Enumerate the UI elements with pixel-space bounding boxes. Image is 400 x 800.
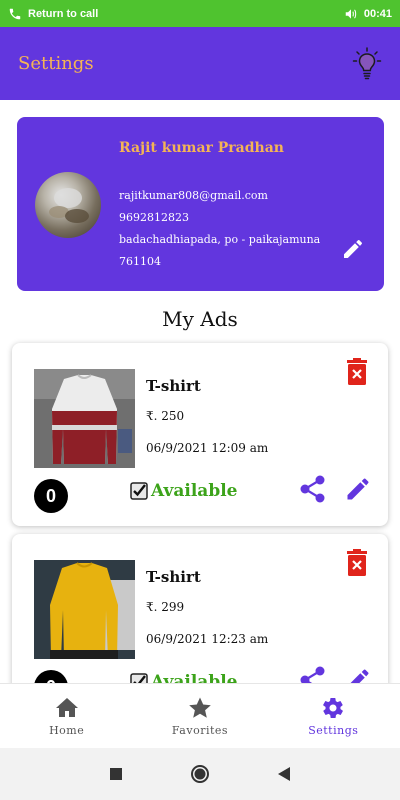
ad-title: T-shirt <box>146 568 201 586</box>
views-count-badge: 0 <box>34 479 68 513</box>
views-count-badge: 0 <box>34 670 68 683</box>
recents-button[interactable] <box>86 759 146 789</box>
return-to-call-label[interactable]: Return to call <box>28 8 98 20</box>
edit-ad-button[interactable] <box>344 475 372 503</box>
ad-card[interactable]: T-shirt ₹. 250 06/9/2021 12:09 am 0 Avai… <box>12 343 388 526</box>
nav-item-home[interactable]: Home <box>0 684 133 748</box>
delete-ad-button[interactable] <box>345 358 369 386</box>
availability-toggle[interactable]: Available <box>130 672 238 683</box>
share-ad-button[interactable] <box>300 475 326 503</box>
availability-label: Available <box>151 672 238 683</box>
ad-image[interactable] <box>34 369 135 468</box>
bottom-nav: Home Favorites Settings <box>0 683 400 748</box>
main-content[interactable]: Rajit kumar Pradhan rajitkumar808@gmail.… <box>0 100 400 683</box>
availability-label: Available <box>151 481 238 501</box>
checkbox-icon[interactable] <box>130 482 148 500</box>
ad-image[interactable] <box>34 560 135 659</box>
availability-toggle[interactable]: Available <box>130 481 238 501</box>
page-title: Settings <box>18 53 94 74</box>
volume-icon <box>344 7 358 21</box>
phone-icon <box>8 7 22 21</box>
ad-date: 06/9/2021 12:09 am <box>146 441 269 455</box>
nav-item-settings[interactable]: Settings <box>267 684 400 748</box>
clock: 00:41 <box>363 7 392 20</box>
app-bar: Settings <box>0 27 400 100</box>
ad-date: 06/9/2021 12:23 am <box>146 632 269 646</box>
status-bar: Return to call 00:41 <box>0 0 400 27</box>
profile-pincode: 761104 <box>119 255 161 268</box>
gear-icon <box>321 696 345 720</box>
nav-item-favorites[interactable]: Favorites <box>133 684 266 748</box>
lightbulb-icon[interactable] <box>352 46 382 81</box>
avatar[interactable] <box>35 172 101 238</box>
home-system-button[interactable] <box>170 759 230 789</box>
profile-card: Rajit kumar Pradhan rajitkumar808@gmail.… <box>17 117 384 291</box>
nav-label: Settings <box>308 723 359 737</box>
ad-price: ₹. 250 <box>146 409 185 423</box>
profile-address: badachadhiapada, po - paikajamuna <box>119 233 321 246</box>
profile-email: rajitkumar808@gmail.com <box>119 189 268 202</box>
nav-label: Home <box>49 723 85 737</box>
system-nav-bar <box>0 748 400 800</box>
nav-label: Favorites <box>171 723 229 737</box>
section-title: My Ads <box>162 307 238 331</box>
edit-profile-button[interactable] <box>341 237 365 261</box>
star-icon <box>188 696 212 720</box>
profile-phone: 9692812823 <box>119 211 189 224</box>
checkbox-icon[interactable] <box>130 673 148 683</box>
ad-card[interactable]: T-shirt ₹. 299 06/9/2021 12:23 am 0 Avai… <box>12 534 388 683</box>
home-icon <box>55 696 79 720</box>
profile-name: Rajit kumar Pradhan <box>119 140 284 156</box>
delete-ad-button[interactable] <box>345 549 369 577</box>
back-button[interactable] <box>254 759 314 789</box>
share-ad-button[interactable] <box>300 666 326 683</box>
edit-ad-button[interactable] <box>344 666 372 683</box>
ad-price: ₹. 299 <box>146 600 185 614</box>
ad-title: T-shirt <box>146 377 201 395</box>
